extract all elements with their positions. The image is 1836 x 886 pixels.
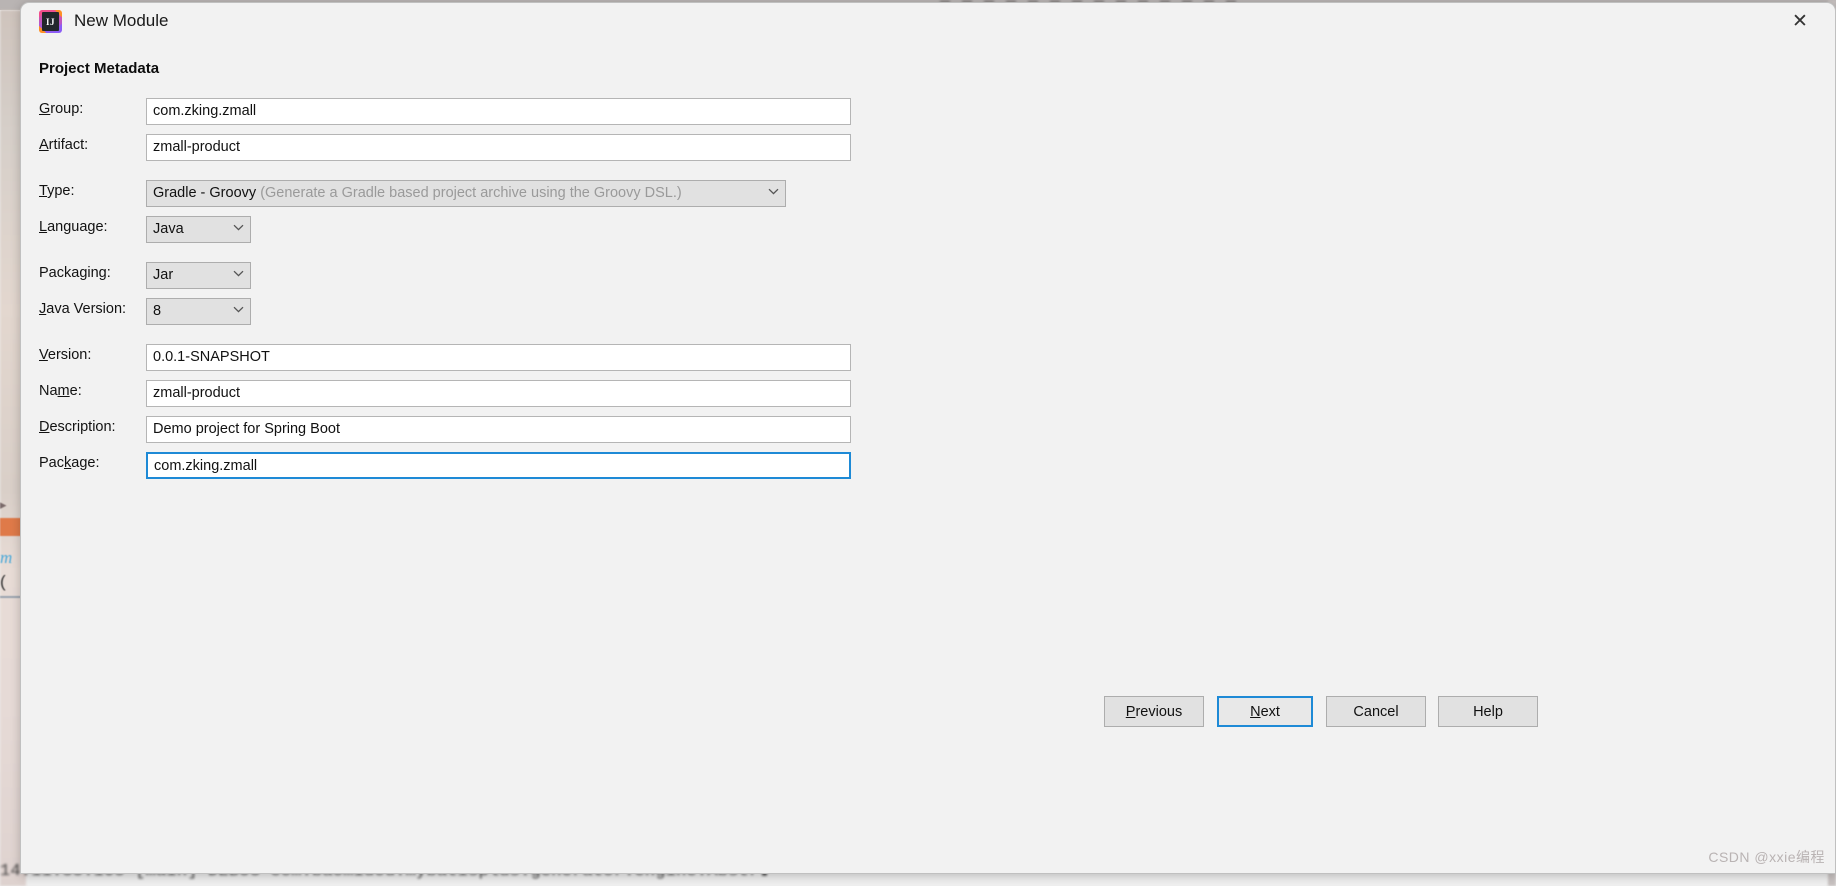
type-label: Type: <box>39 183 75 199</box>
type-dropdown-hint: (Generate a Gradle based project archive… <box>260 185 682 201</box>
description-input[interactable]: Demo project for Spring Boot <box>146 416 851 443</box>
backdrop-blue-glyph: m <box>0 548 13 567</box>
cancel-button[interactable]: Cancel <box>1326 696 1426 727</box>
form-row-group: Group: com.zking.zmall <box>21 98 1835 125</box>
java-version-dropdown[interactable]: 8 <box>146 298 251 325</box>
intellij-icon-label: IJ <box>42 12 59 31</box>
form-row-name: Name: zmall-product <box>21 380 1835 407</box>
form-row-java-version: Java Version: 8 <box>21 298 1835 325</box>
previous-button[interactable]: Previous <box>1104 696 1204 727</box>
cancel-button-label: Cancel <box>1353 703 1399 720</box>
packaging-dropdown[interactable]: Jar <box>146 262 251 289</box>
name-input[interactable]: zmall-product <box>146 380 851 407</box>
form-row-package: Package: com.zking.zmall <box>21 452 1835 479</box>
description-label: Description: <box>39 419 116 435</box>
dialog-titlebar: IJ New Module ✕ <box>21 3 1835 41</box>
language-dropdown-value: Java <box>153 221 184 237</box>
chevron-down-icon <box>233 268 244 278</box>
help-button[interactable]: Help <box>1438 696 1538 727</box>
language-label: Language: <box>39 219 108 235</box>
watermark-text: CSDN @xxie编程 <box>1708 849 1825 865</box>
form-row-type: Type: Gradle - Groovy (Generate a Gradle… <box>21 180 1835 207</box>
java-version-dropdown-value: 8 <box>153 303 162 319</box>
dialog-title: New Module <box>74 11 169 30</box>
section-heading: Project Metadata <box>39 60 160 77</box>
type-dropdown[interactable]: Gradle - Groovy (Generate a Gradle based… <box>146 180 786 207</box>
backdrop-paren-glyph: ( <box>0 572 6 591</box>
group-input[interactable]: com.zking.zmall <box>146 98 851 125</box>
next-button[interactable]: Next <box>1217 696 1313 727</box>
version-label: Version: <box>39 347 92 363</box>
backdrop-arrow-glyph: ▸ <box>0 497 7 512</box>
packaging-dropdown-value: Jar <box>153 267 174 283</box>
new-module-dialog: IJ New Module ✕ Project Metadata Group: … <box>20 2 1836 874</box>
name-label: Name: <box>39 383 82 399</box>
group-label: Group: <box>39 101 84 117</box>
java-version-label: Java Version: <box>39 301 127 317</box>
form-row-language: Language: Java <box>21 216 1835 243</box>
form-row-description: Description: Demo project for Spring Boo… <box>21 416 1835 443</box>
form-row-artifact: Artifact: zmall-product <box>21 134 1835 161</box>
type-dropdown-value: Gradle - Groovy <box>153 185 257 201</box>
backdrop-orange-block <box>0 518 22 536</box>
previous-button-label: Previous <box>1125 703 1183 720</box>
next-button-label: Next <box>1250 703 1280 720</box>
chevron-down-icon <box>233 222 244 232</box>
close-icon[interactable]: ✕ <box>1773 3 1827 39</box>
version-input[interactable]: 0.0.1-SNAPSHOT <box>146 344 851 371</box>
chevron-down-icon <box>768 186 779 196</box>
form-row-packaging: Packaging: Jar <box>21 262 1835 289</box>
chevron-down-icon <box>233 304 244 314</box>
package-input[interactable]: com.zking.zmall <box>146 452 851 479</box>
artifact-input[interactable]: zmall-product <box>146 134 851 161</box>
help-button-label: Help <box>1473 703 1503 720</box>
language-dropdown[interactable]: Java <box>146 216 251 243</box>
intellij-idea-icon: IJ <box>39 10 62 33</box>
form-row-version: Version: 0.0.1-SNAPSHOT <box>21 344 1835 371</box>
artifact-label: Artifact: <box>39 137 89 153</box>
package-label: Package: <box>39 455 100 471</box>
packaging-label: Packaging: <box>39 265 111 281</box>
